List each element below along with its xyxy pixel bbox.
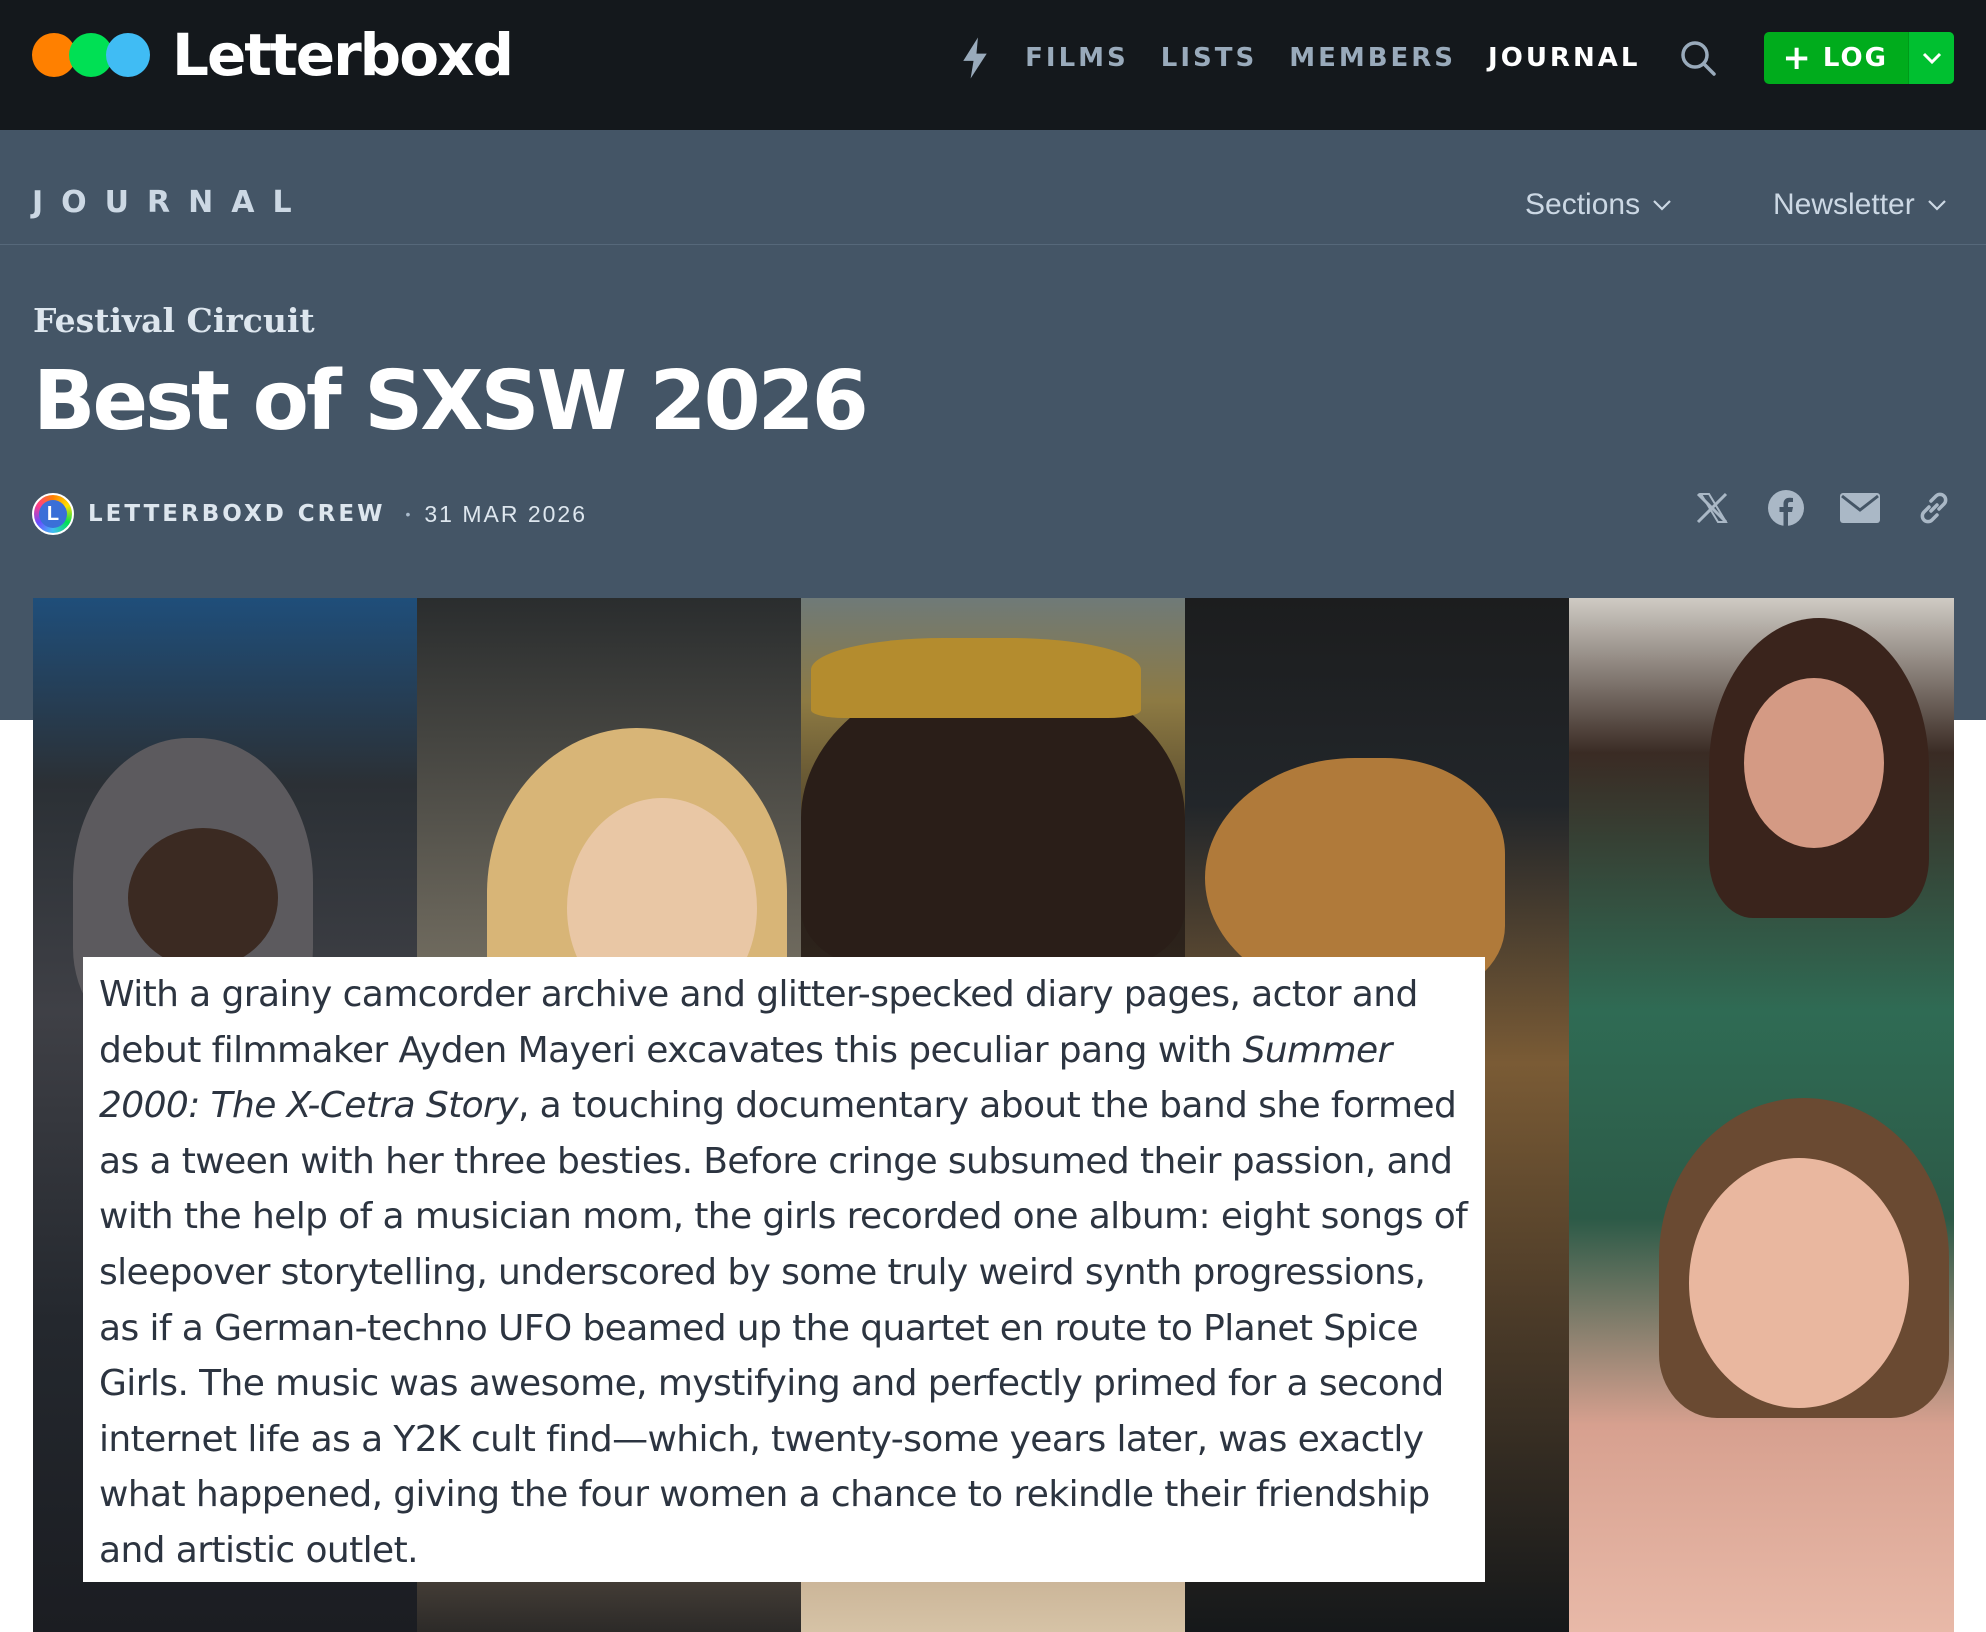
chevron-down-icon (1922, 52, 1941, 65)
lightning-bolt-icon[interactable] (957, 36, 993, 80)
sections-menu-label: Sections (1525, 188, 1641, 221)
site-header: Letterboxd FILMS LISTS MEMBERS JOURNAL +… (0, 0, 1986, 130)
log-button-main[interactable]: + LOG (1764, 32, 1908, 84)
publish-date: 31 MAR 2026 (424, 500, 588, 527)
newsletter-menu-label: Newsletter (1773, 188, 1915, 221)
logo-wordmark: Letterboxd (172, 21, 514, 89)
journal-label[interactable]: JOURNAL (32, 185, 310, 220)
log-dropdown-toggle[interactable] (1908, 32, 1954, 84)
author-avatar[interactable]: L (32, 493, 74, 535)
search-icon[interactable] (1678, 38, 1718, 78)
nav-lists[interactable]: LISTS (1161, 43, 1257, 73)
log-button[interactable]: + LOG (1764, 32, 1954, 84)
main-nav: FILMS LISTS MEMBERS JOURNAL + LOG (957, 28, 1954, 88)
author-name[interactable]: LETTERBOXD CREW (88, 501, 385, 527)
nav-members[interactable]: MEMBERS (1289, 43, 1456, 73)
byline-separator: • (405, 506, 411, 522)
film-blurb: With a grainy camcorder archive and glit… (83, 957, 1485, 1582)
nav-journal[interactable]: JOURNAL (1488, 43, 1640, 73)
link-icon[interactable] (1914, 488, 1954, 528)
article-section-kicker[interactable]: Festival Circuit (33, 301, 315, 340)
film-still-5 (1569, 598, 1954, 1632)
facebook-icon[interactable] (1766, 488, 1806, 528)
blurb-text: With a grainy camcorder archive and glit… (99, 974, 1468, 1571)
article-title: Best of SXSW 2026 (33, 354, 869, 449)
logo-dots-icon (32, 33, 150, 77)
chevron-down-icon (1653, 200, 1671, 211)
plus-icon: + (1782, 38, 1813, 78)
letterboxd-logo[interactable]: Letterboxd (32, 21, 514, 89)
share-buttons (1658, 488, 1954, 528)
email-icon[interactable] (1840, 488, 1880, 528)
nav-films[interactable]: FILMS (1025, 43, 1129, 73)
journal-subnav: JOURNAL Sections Newsletter (0, 130, 1986, 245)
x-icon[interactable] (1692, 488, 1732, 528)
log-button-label: LOG (1822, 43, 1888, 73)
article-byline: L LETTERBOXD CREW • 31 MAR 2026 (32, 492, 587, 536)
sections-menu[interactable]: Sections (1525, 188, 1672, 222)
chevron-down-icon (1927, 200, 1946, 211)
newsletter-menu[interactable]: Newsletter (1773, 188, 1947, 222)
